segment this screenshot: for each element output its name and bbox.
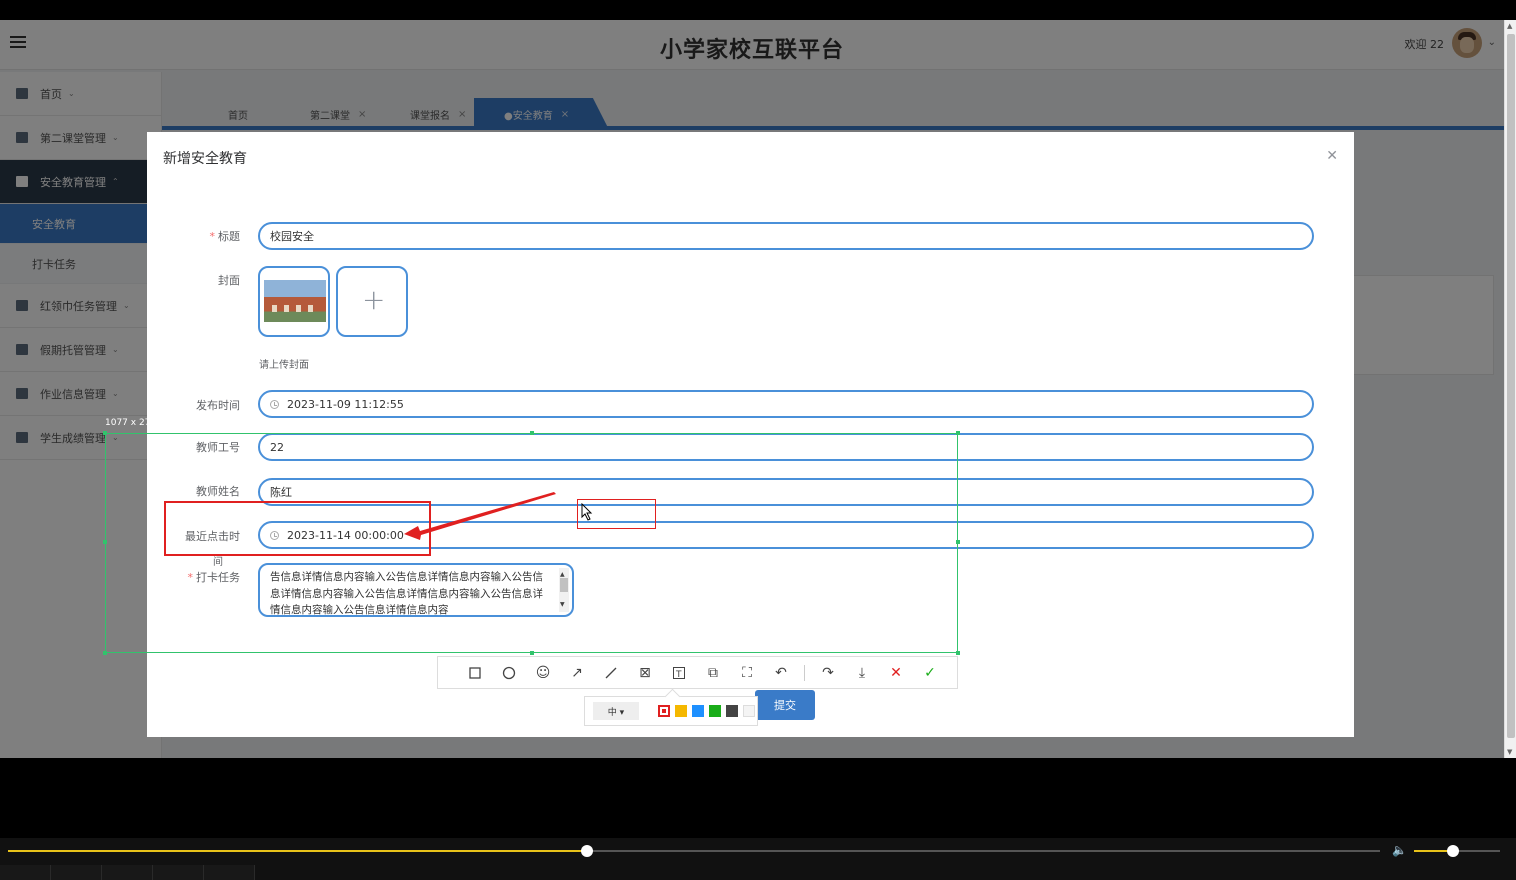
mouse-cursor-icon [581,503,593,521]
control-slot[interactable] [204,865,255,880]
control-slot[interactable] [0,865,51,880]
ocr-icon[interactable]: ⛶ [730,656,764,689]
pin-icon[interactable]: ⧉ [696,656,730,689]
seek-handle[interactable] [580,845,593,857]
seek-bar[interactable] [8,845,1380,857]
color-swatch-yellow[interactable] [675,705,687,717]
arrow-icon[interactable]: ↗ [560,656,594,689]
seek-progress [8,850,587,852]
line-icon[interactable] [594,656,628,689]
cancel-icon[interactable]: ✕ [879,656,913,689]
color-size-bar: 中 ▾ [584,696,758,726]
ellipse-icon[interactable] [492,656,526,689]
player-controls-row [0,865,1516,880]
toolbar-divider [804,664,805,681]
rectangle-icon[interactable] [458,656,492,689]
undo-icon[interactable]: ↶ [764,656,798,689]
download-icon[interactable]: ⤓ [845,656,879,689]
volume-slider[interactable] [1414,845,1500,857]
mosaic-icon[interactable]: ⊠ [628,656,662,689]
control-slot[interactable] [51,865,102,880]
desktop-stage: 小学家校互联平台 欢迎 22 ⌄ 首页⌄ 第二课堂管理⌄ 安全教育管理⌃ 安全教… [0,0,1516,880]
svg-text:T: T [675,670,682,680]
control-slot[interactable] [102,865,153,880]
volume-icon[interactable]: 🔈 [1392,843,1407,857]
size-select[interactable]: 中 ▾ [593,702,639,720]
volume-handle[interactable] [1446,845,1459,857]
color-swatch-white[interactable] [743,705,755,717]
video-player-bar: 🔈 [0,838,1516,880]
confirm-icon[interactable]: ✓ [913,656,947,689]
control-slot[interactable] [153,865,204,880]
text-icon[interactable]: T [662,656,696,689]
color-swatch-blue[interactable] [692,705,704,717]
emoji-icon[interactable]: ☺ [526,656,560,689]
share-icon[interactable]: ↷ [811,656,845,689]
color-swatch-green[interactable] [709,705,721,717]
capture-toolbar: ☺ ↗ ⊠ T ⧉ ⛶ ↶ ↷ ⤓ ✕ ✓ [437,656,958,689]
color-swatch-red[interactable] [658,705,670,717]
annotation-arrow[interactable] [0,0,1516,880]
color-swatch-dark[interactable] [726,705,738,717]
